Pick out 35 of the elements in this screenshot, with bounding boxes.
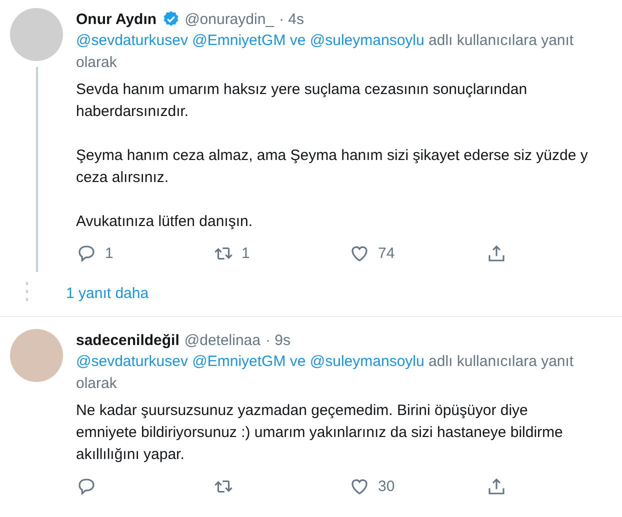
reply-context-text: olarak [76, 54, 117, 71]
tweet-text: akıllılığını yapar. [76, 445, 186, 465]
reply-count: 1 [105, 244, 114, 262]
tweet-text: Avukatınıza lütfen danışın. [76, 212, 254, 232]
mention-link[interactable]: @suleymansoylu [310, 353, 424, 370]
tweet-time[interactable]: · 4s [279, 10, 304, 28]
mention-link[interactable]: @sevdaturkusev [76, 32, 188, 49]
tweet-text: Ne kadar şuursuzsunuz yazmadan geçemedim. Birini öpüşüyor diye [76, 401, 529, 421]
mention-link[interactable]: ve [290, 32, 306, 49]
mention-link[interactable]: @EmniyetGM [192, 353, 286, 370]
tweet-text: Sevda hanım umarım haksız yere suçlama cezasının sonuçlarından [76, 80, 528, 100]
reply-context-text: olarak [76, 375, 117, 392]
user-handle[interactable]: @detelinaa [184, 332, 260, 348]
share-icon[interactable] [486, 476, 506, 496]
tweet-text: emniyete bildiriyorsunuz :) umarım yakınlarınız da sizi hastaneye bildirme [76, 423, 564, 443]
mention-link[interactable]: @EmniyetGM [192, 32, 286, 49]
tweet-text: ceza alırsınız. [76, 168, 170, 188]
mention-link[interactable]: ve [290, 353, 306, 370]
share-icon[interactable] [486, 242, 506, 264]
mention-link[interactable]: @suleymansoylu [310, 32, 424, 49]
tweet-text: haberdarsınızdır. [76, 102, 190, 122]
mention-link[interactable]: @sevdaturkusev [76, 353, 188, 370]
user-name[interactable]: sadecenildeğil [76, 332, 180, 348]
reply-icon[interactable] [76, 476, 97, 496]
tweet-time[interactable]: · 9s [266, 332, 291, 348]
reply-icon[interactable] [76, 242, 97, 264]
more-replies-link[interactable]: 1 yanıt daha [66, 284, 149, 302]
reply-context-text: adlı kullanıcılara yanıt [428, 32, 574, 49]
reply-context-text: adlı kullanıcılara yanıt [428, 353, 574, 370]
like-count: 30 [378, 478, 395, 494]
user-handle[interactable]: @onuraydin_ [184, 10, 274, 28]
like-count: 74 [378, 244, 395, 262]
retweet-count: 1 [242, 244, 250, 262]
tweet-text: Şeyma hanım ceza almaz, ama Şeyma hanım sizi şikayet ederse siz yüzde y [76, 146, 589, 166]
user-name[interactable]: Onur Aydın [76, 10, 157, 28]
